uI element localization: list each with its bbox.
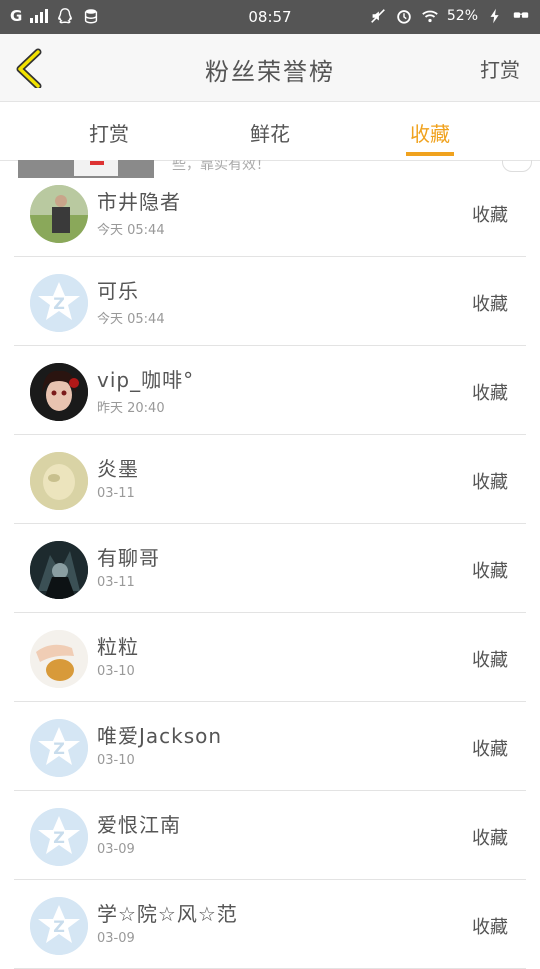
user-name: 粒粒 <box>97 635 139 659</box>
user-name: 可乐 <box>97 279 139 303</box>
tab-favorites[interactable]: 收藏 <box>385 118 475 147</box>
user-name: vip_咖啡° <box>97 368 195 392</box>
favorite-label: 收藏 <box>472 205 508 226</box>
timestamp: 今天 05:44 <box>97 223 165 238</box>
list-item[interactable]: Z 可乐 今天 05:44 收藏 <box>0 257 540 346</box>
avatar[interactable] <box>30 185 88 243</box>
reward-button[interactable]: 打赏 <box>480 54 520 83</box>
favorite-label: 收藏 <box>472 650 508 671</box>
user-name: 市井隐者 <box>97 190 181 214</box>
favorite-label: 收藏 <box>472 917 508 938</box>
avatar[interactable] <box>30 630 88 688</box>
list-item[interactable]: 炎墨 03-11 收藏 <box>0 435 540 524</box>
avatar[interactable] <box>30 452 88 510</box>
status-bar: G 08:57 52% <box>0 0 540 34</box>
user-name: 唯爱Jackson <box>97 724 223 748</box>
avatar[interactable]: Z <box>30 808 88 866</box>
timestamp: 03-11 <box>97 575 135 590</box>
avatar[interactable]: Z <box>30 274 88 332</box>
status-right: 52% <box>369 7 530 25</box>
timestamp: 03-11 <box>97 486 135 501</box>
svg-text:Z: Z <box>53 294 65 313</box>
favorite-label: 收藏 <box>472 294 508 315</box>
user-name: 有聊哥 <box>97 546 160 570</box>
page-title: 粉丝荣誉榜 <box>205 58 335 86</box>
list-item[interactable]: vip_咖啡° 昨天 20:40 收藏 <box>0 346 540 435</box>
avatar[interactable] <box>30 541 88 599</box>
glasses-icon <box>513 12 529 18</box>
avatar[interactable]: Z <box>30 897 88 955</box>
user-name: 炎墨 <box>97 457 139 481</box>
list-item[interactable]: 粒粒 03-10 收藏 <box>0 613 540 702</box>
tab-active-indicator <box>406 152 454 156</box>
favorite-label: 收藏 <box>472 472 508 493</box>
tab-flowers[interactable]: 鲜花 <box>225 118 315 147</box>
user-name: 学☆院☆风☆范 <box>97 902 238 926</box>
alarm-icon <box>397 10 411 24</box>
timestamp: 今天 05:44 <box>97 312 165 327</box>
svg-text:Z: Z <box>53 828 65 847</box>
svg-text:Z: Z <box>53 917 65 936</box>
svg-text:Z: Z <box>53 739 65 758</box>
timestamp: 昨天 20:40 <box>97 401 165 416</box>
wifi-icon <box>422 10 438 23</box>
timestamp: 03-09 <box>97 931 135 946</box>
list-item[interactable]: Z 唯爱Jackson 03-10 收藏 <box>0 702 540 791</box>
timestamp: 03-10 <box>97 753 135 768</box>
avatar[interactable]: Z <box>30 719 88 777</box>
tab-bar: 打赏 鲜花 收藏 <box>0 102 540 161</box>
nav-header: 粉丝荣誉榜 打赏 <box>0 34 540 102</box>
list-item[interactable]: Z 爱恨江南 03-09 收藏 <box>0 791 540 880</box>
favorite-label: 收藏 <box>472 828 508 849</box>
charging-icon <box>490 8 499 24</box>
list-item[interactable]: Z 学☆院☆风☆范 03-09 收藏 <box>0 880 540 969</box>
battery-percent: 52% <box>446 8 478 24</box>
list-item[interactable]: 市井隐者 今天 05:44 收藏 <box>0 168 540 257</box>
mute-icon <box>371 9 385 23</box>
list-item[interactable]: 有聊哥 03-11 收藏 <box>0 524 540 613</box>
timestamp: 03-10 <box>97 664 135 679</box>
favorite-label: 收藏 <box>472 383 508 404</box>
tab-reward[interactable]: 打赏 <box>64 118 154 147</box>
avatar[interactable] <box>30 363 88 421</box>
favorite-label: 收藏 <box>472 739 508 760</box>
fans-list: 市井隐者 今天 05:44 收藏 Z 可乐 今天 05:44 收藏 vip_咖啡… <box>0 168 540 969</box>
favorite-label: 收藏 <box>472 561 508 582</box>
user-name: 爱恨江南 <box>97 813 181 837</box>
timestamp: 03-09 <box>97 842 135 857</box>
